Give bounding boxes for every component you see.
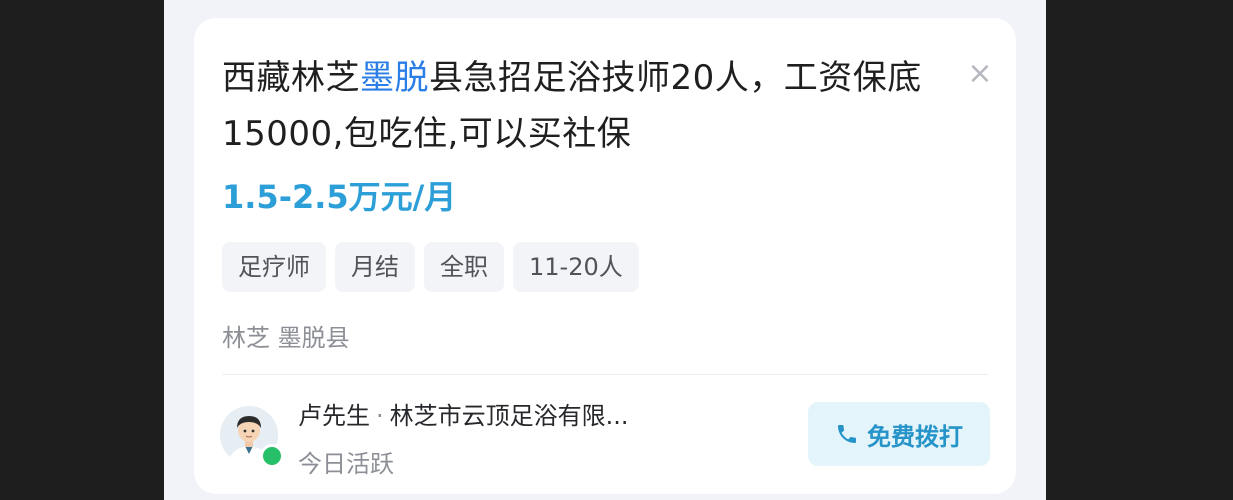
tag-headcount: 11-20人 [513, 242, 639, 292]
contact-line: 卢先生 · 林芝市云顶足浴有限... [298, 396, 629, 431]
tag-list: 足疗师 月结 全职 11-20人 [222, 242, 639, 292]
screen: 西藏林芝墨脱县急招足浴技师20人，工资保底15000,包吃住,可以买社保 × 1… [164, 0, 1046, 500]
job-card[interactable]: 西藏林芝墨脱县急招足浴技师20人，工资保底15000,包吃住,可以买社保 × 1… [194, 18, 1016, 494]
tag-job-type: 全职 [424, 242, 504, 292]
location: 林芝 墨脱县 [222, 324, 350, 352]
free-call-button[interactable]: 免费拨打 [808, 402, 990, 466]
free-call-label: 免费拨打 [867, 422, 963, 451]
tag-position: 足疗师 [222, 242, 326, 292]
contact-separator: · [376, 402, 384, 430]
contact-name: 卢先生 [298, 402, 370, 430]
phone-icon [838, 425, 856, 443]
job-title: 西藏林芝墨脱县急招足浴技师20人，工资保底15000,包吃住,可以买社保 [222, 50, 922, 162]
active-status: 今日活跃 [298, 450, 394, 478]
title-part-1: 西藏林芝 [222, 58, 360, 98]
avatar[interactable] [220, 406, 284, 468]
divider [222, 374, 988, 375]
online-status-dot [260, 444, 284, 468]
salary: 1.5-2.5万元/月 [222, 178, 457, 216]
close-icon[interactable]: × [966, 59, 994, 89]
company-name: 林芝市云顶足浴有限... [389, 402, 629, 430]
title-highlight: 墨脱 [360, 58, 429, 98]
tag-pay-cycle: 月结 [335, 242, 415, 292]
